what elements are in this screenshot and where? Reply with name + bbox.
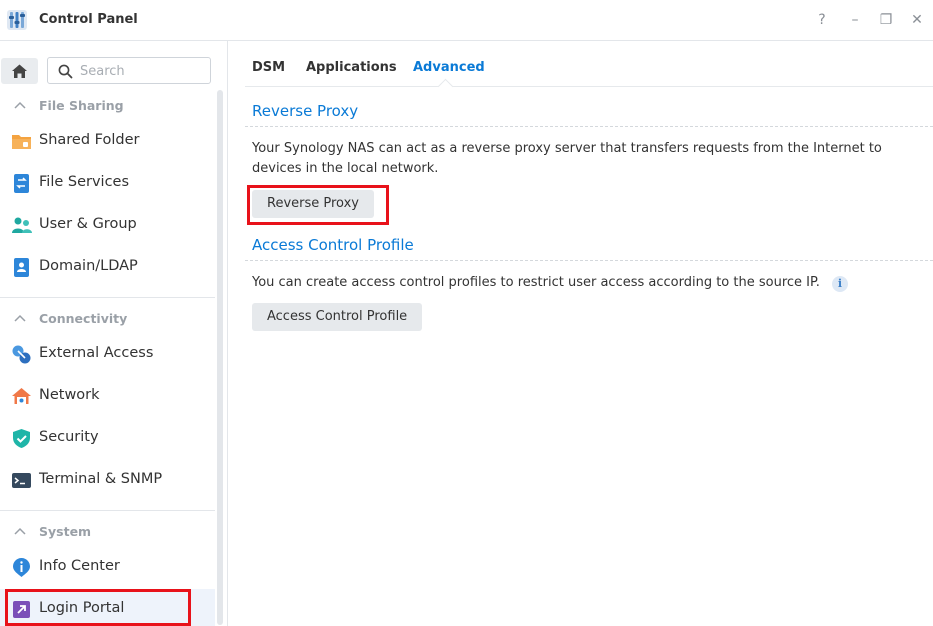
tabs-divider <box>245 86 933 87</box>
shield-icon <box>13 429 30 448</box>
sidebar-item-domain-ldap[interactable]: Domain/LDAP <box>0 247 215 287</box>
section-label: File Sharing <box>39 98 124 113</box>
info-icon[interactable]: i <box>832 276 848 292</box>
section-file-sharing[interactable]: File Sharing <box>0 93 215 119</box>
sidebar-item-label: Shared Folder <box>39 132 140 148</box>
sidebar-item-shared-folder[interactable]: Shared Folder <box>0 121 215 161</box>
sidebar-item-user-group[interactable]: User & Group <box>0 205 215 245</box>
section-divider <box>245 126 933 127</box>
close-button[interactable]: ✕ <box>908 11 926 29</box>
sidebar-item-network[interactable]: Network <box>0 376 215 416</box>
section-divider <box>0 297 215 298</box>
maximize-button[interactable]: ❐ <box>877 11 895 29</box>
chevron-up-icon <box>14 101 26 109</box>
network-house-icon <box>12 388 31 404</box>
title-bar: Control Panel ? – ❐ ✕ <box>0 0 933 41</box>
chevron-up-icon <box>14 527 26 535</box>
chevron-up-icon <box>14 314 26 322</box>
sidebar-item-label: Domain/LDAP <box>39 258 138 274</box>
search-field[interactable] <box>47 57 211 84</box>
sidebar-item-label: Security <box>39 429 99 445</box>
search-icon <box>58 64 73 79</box>
sidebar: File Sharing Shared Folder File Services… <box>0 41 228 626</box>
terminal-icon <box>12 473 31 488</box>
sidebar-item-label: Network <box>39 387 100 403</box>
file-services-icon <box>14 174 29 193</box>
home-icon <box>12 64 27 78</box>
access-control-profile-button[interactable]: Access Control Profile <box>252 303 423 331</box>
tab-dsm[interactable]: DSM <box>252 60 285 75</box>
user-group-icon <box>12 217 32 233</box>
home-button[interactable] <box>1 58 38 84</box>
minimize-button[interactable]: – <box>846 11 864 29</box>
reverse-proxy-description: Your Synology NAS can act as a reverse p… <box>252 141 882 176</box>
section-divider <box>245 260 933 261</box>
section-divider <box>0 510 215 511</box>
section-system[interactable]: System <box>0 519 215 545</box>
section-label: Connectivity <box>39 311 128 326</box>
tab-advanced[interactable]: Advanced <box>413 60 485 75</box>
sidebar-item-label: Terminal & SNMP <box>39 471 163 487</box>
section-title-access-control: Access Control Profile <box>252 236 414 254</box>
reverse-proxy-highlight <box>247 185 389 225</box>
sidebar-item-external-access[interactable]: External Access <box>0 334 215 374</box>
window-title: Control Panel <box>39 12 138 27</box>
tab-applications[interactable]: Applications <box>306 60 397 75</box>
control-panel-icon <box>7 10 27 30</box>
section-connectivity[interactable]: Connectivity <box>0 306 215 332</box>
access-control-description: You can create access control profiles t… <box>252 275 820 290</box>
section-title-reverse-proxy: Reverse Proxy <box>252 102 359 120</box>
sidebar-item-info-center[interactable]: Info Center <box>0 547 215 587</box>
sidebar-item-terminal-snmp[interactable]: Terminal & SNMP <box>0 460 215 500</box>
sidebar-item-file-services[interactable]: File Services <box>0 163 215 203</box>
help-button[interactable]: ? <box>813 11 831 29</box>
login-portal-highlight <box>5 589 191 626</box>
sidebar-scrollbar[interactable] <box>217 90 223 625</box>
main-panel: DSM Applications Advanced Reverse Proxy … <box>229 41 933 626</box>
sidebar-item-security[interactable]: Security <box>0 418 215 458</box>
external-access-icon <box>12 345 31 364</box>
sidebar-item-label: External Access <box>39 345 154 361</box>
sidebar-item-label: File Services <box>39 174 130 190</box>
section-label: System <box>39 524 92 539</box>
sidebar-item-label: User & Group <box>39 216 137 232</box>
active-tab-indicator <box>437 78 454 95</box>
search-input[interactable] <box>80 62 204 80</box>
info-center-icon <box>13 558 30 577</box>
folder-icon <box>12 135 31 149</box>
domain-ldap-icon <box>14 258 29 277</box>
sidebar-item-label: Info Center <box>39 558 120 574</box>
